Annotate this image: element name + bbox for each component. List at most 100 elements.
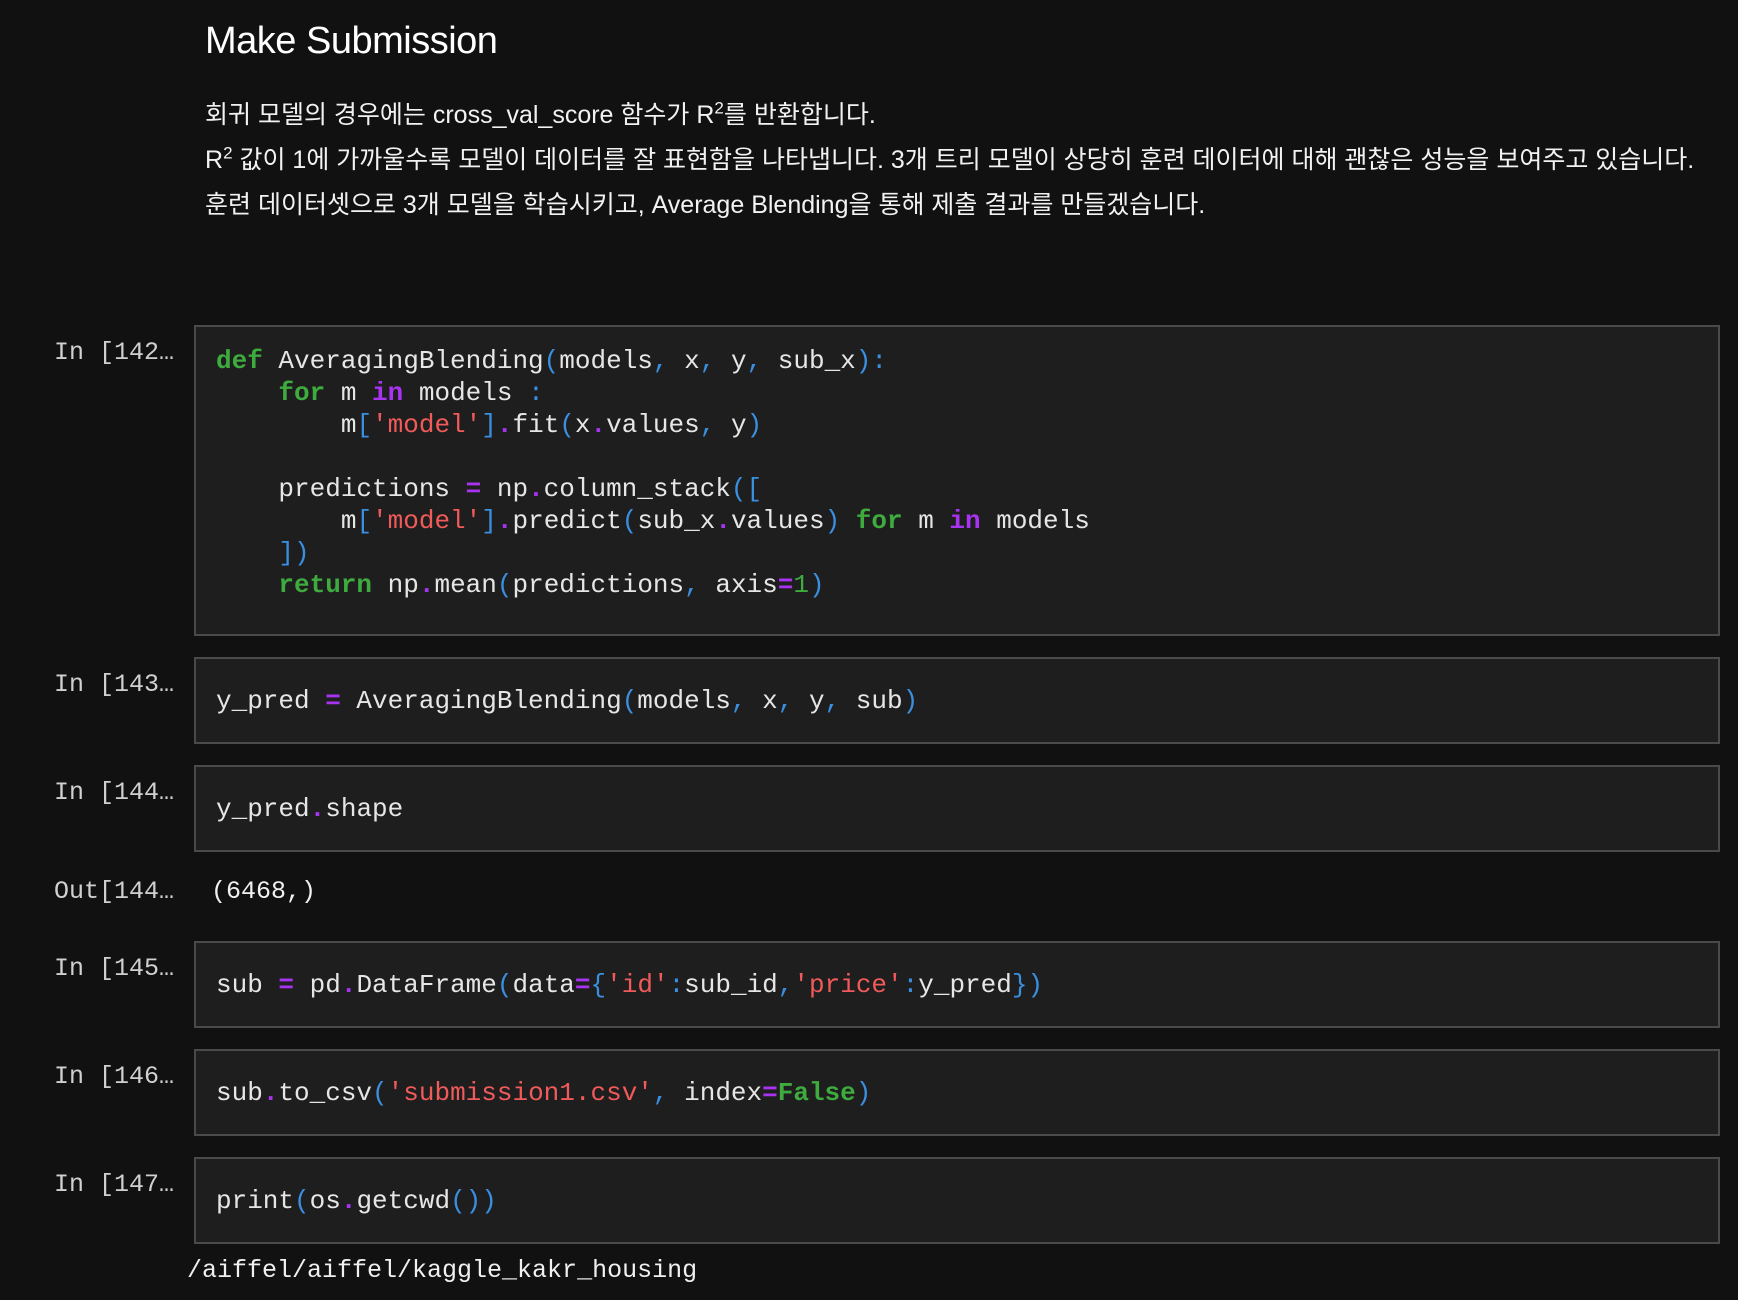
input-prompt: In [144… (54, 778, 175, 807)
text: R (205, 146, 224, 174)
token-punctuation: , (699, 410, 716, 440)
token-identifier: y_pred (918, 970, 1012, 1000)
token-punctuation: ( (496, 570, 513, 600)
token-identifier: predict (512, 506, 622, 536)
text: 를 반환합니다. (723, 101, 876, 129)
token-operator: = (762, 1078, 778, 1108)
code-line: sub = pd.DataFrame(data={'id':sub_id,'pr… (216, 969, 1718, 1001)
token-punctuation: : (668, 970, 685, 1000)
token-identifier: index (668, 1078, 763, 1108)
code-cell[interactable]: sub.to_csv('submission1.csv', index=Fals… (194, 1049, 1720, 1136)
token-identifier: models (980, 506, 1090, 536)
token-operator: = (465, 474, 482, 504)
paragraph-3: 훈련 데이터셋으로 3개 모델을 학습시키고, Average Blending… (205, 191, 1206, 219)
code-line: return np.mean(predictions, axis=1) (216, 569, 1718, 601)
token-identifier: column_stack (543, 474, 731, 504)
token-punctuation: , (777, 970, 794, 1000)
code-cell[interactable]: print(os.getcwd()) (194, 1157, 1720, 1244)
section-title: Make Submission (205, 20, 498, 62)
code-cell[interactable]: def AveragingBlending(models, x, y, sub_… (194, 325, 1720, 636)
token-punctuation: ): (855, 346, 888, 376)
token-identifier: m (325, 378, 373, 408)
token-identifier: np (372, 570, 419, 600)
code-line: print(os.getcwd()) (216, 1185, 1718, 1217)
code-line: m['model'].predict(sub_x.values) for m i… (216, 505, 1718, 537)
code-line: y_pred.shape (216, 793, 1718, 825)
token-identifier: DataFrame (356, 970, 497, 1000)
token-identifier: np (481, 474, 529, 504)
code-line (216, 441, 1718, 473)
token-identifier: os (309, 1186, 341, 1216)
token-operator: . (309, 794, 326, 824)
token-keyword-in: in (949, 506, 981, 536)
markdown-cell: Make Submission 회귀 모델의 경우에는 cross_val_sc… (205, 20, 1705, 228)
superscript: 2 (223, 143, 233, 163)
token-punctuation: ]) (278, 538, 310, 568)
token-identifier (216, 570, 278, 600)
token-identifier: shape (325, 794, 404, 824)
token-punctuation: , (746, 346, 763, 376)
token-identifier: print (216, 1186, 295, 1216)
token-identifier: values (730, 506, 825, 536)
token-identifier: to_csv (278, 1078, 373, 1108)
token-string-literal: 'model' (372, 410, 482, 440)
token-identifier: fit (512, 410, 560, 440)
token-identifier: x (574, 410, 591, 440)
cell-stdout: /aiffel/aiffel/kaggle_kakr_housing (187, 1256, 698, 1285)
token-identifier: m (216, 410, 357, 440)
token-identifier (216, 442, 232, 472)
token-identifier (216, 538, 278, 568)
token-punctuation: , (652, 1078, 669, 1108)
token-identifier: m (902, 506, 950, 536)
token-operator: . (715, 506, 731, 536)
token-punctuation: , (777, 686, 794, 716)
token-number-literal: 1 (793, 570, 809, 600)
superscript: 2 (714, 98, 724, 118)
code-cell[interactable]: y_pred = AveragingBlending(models, x, y,… (194, 657, 1720, 744)
token-identifier: sub (216, 970, 279, 1000)
code-line: y_pred = AveragingBlending(models, x, y,… (216, 685, 1718, 717)
token-punctuation: }) (1011, 970, 1044, 1000)
token-punctuation: ] (481, 410, 497, 440)
token-identifier: mean (434, 570, 497, 600)
code-line: sub.to_csv('submission1.csv', index=Fals… (216, 1077, 1718, 1109)
token-identifier: pd (294, 970, 341, 1000)
input-prompt: In [142… (54, 338, 175, 367)
token-identifier: models (403, 378, 529, 408)
token-punctuation: , (652, 346, 669, 376)
code-line: def AveragingBlending(models, x, y, sub_… (216, 345, 1718, 377)
token-punctuation: : (528, 378, 544, 408)
token-punctuation: : (902, 970, 919, 1000)
token-operator: . (496, 410, 513, 440)
token-operator: . (340, 970, 357, 1000)
token-identifier: y (715, 410, 747, 440)
code-line: ]) (216, 537, 1718, 569)
token-punctuation: , (730, 686, 747, 716)
token-punctuation: ) (808, 570, 825, 600)
token-identifier: AveragingBlending (262, 346, 544, 376)
token-punctuation: , (824, 686, 841, 716)
token-punctuation: ) (855, 1078, 872, 1108)
token-identifier: y_pred (216, 686, 326, 716)
code-line: m['model'].fit(x.values, y) (216, 409, 1718, 441)
token-operator: = (325, 686, 341, 716)
cell-output: (6468,) (211, 877, 317, 906)
token-operator: . (528, 474, 544, 504)
token-identifier: m (216, 506, 357, 536)
token-identifier: x (746, 686, 778, 716)
token-identifier: sub_id (684, 970, 778, 1000)
token-operator: = (574, 970, 591, 1000)
code-cell[interactable]: y_pred.shape (194, 765, 1720, 852)
token-punctuation: , (699, 346, 716, 376)
code-cell[interactable]: sub = pd.DataFrame(data={'id':sub_id,'pr… (194, 941, 1720, 1028)
token-keyword: for (855, 506, 903, 536)
token-identifier: y_pred (216, 794, 310, 824)
code-line: for m in models : (216, 377, 1718, 409)
token-identifier: predictions (216, 474, 466, 504)
token-punctuation: ( (559, 410, 575, 440)
token-punctuation: ( (543, 346, 560, 376)
token-operator: . (590, 410, 607, 440)
token-punctuation: ] (481, 506, 497, 536)
token-identifier: axis (699, 570, 778, 600)
token-identifier: x (668, 346, 700, 376)
